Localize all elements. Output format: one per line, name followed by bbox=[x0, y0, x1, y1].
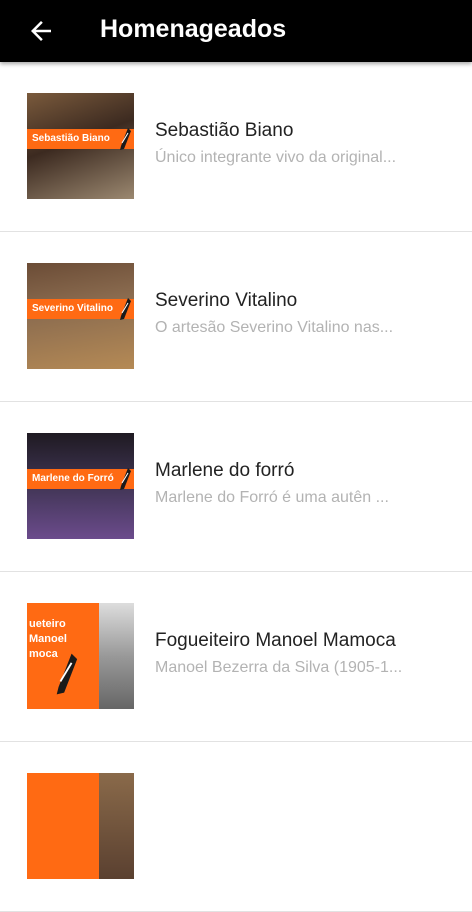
list-item[interactable] bbox=[0, 742, 472, 912]
fish-logo-icon bbox=[120, 468, 131, 490]
item-name: Sebastião Biano bbox=[155, 120, 294, 141]
portrait-photo bbox=[99, 773, 134, 879]
thumbnail: Sebastião Biano bbox=[27, 93, 134, 199]
app-bar: Homenageados bbox=[0, 0, 472, 62]
thumbnail: ueteiro Manoel moca bbox=[27, 603, 134, 709]
honorees-list: Sebastião Biano Sebastião Biano Único in… bbox=[0, 62, 472, 912]
item-name: Marlene do forró bbox=[155, 460, 295, 481]
item-name: Severino Vitalino bbox=[155, 290, 298, 311]
list-item[interactable]: Sebastião Biano Sebastião Biano Único in… bbox=[0, 62, 472, 232]
item-name: Fogueiteiro Manoel Mamoca bbox=[155, 630, 396, 651]
list-item[interactable]: Marlene do Forró Marlene do forró Marlen… bbox=[0, 402, 472, 572]
back-arrow-icon[interactable] bbox=[26, 16, 56, 46]
thumbnail bbox=[27, 773, 134, 879]
fish-logo-icon bbox=[120, 298, 131, 320]
portrait-photo bbox=[99, 603, 134, 709]
thumbnail: Marlene do Forró bbox=[27, 433, 134, 539]
item-description: Manoel Bezerra da Silva (1905-1... bbox=[155, 659, 403, 676]
item-description: O artesão Severino Vitalino nas... bbox=[155, 319, 394, 336]
fish-logo-icon bbox=[120, 128, 131, 150]
list-item[interactable]: ueteiro Manoel moca Fogueiteiro Manoel M… bbox=[0, 572, 472, 742]
page-title: Homenageados bbox=[100, 15, 287, 43]
item-description: Marlene do Forró é uma autên ... bbox=[155, 489, 389, 506]
list-item[interactable]: Severino Vitalino Severino Vitalino O ar… bbox=[0, 232, 472, 402]
thumbnail: Severino Vitalino bbox=[27, 263, 134, 369]
fish-logo-icon bbox=[56, 653, 78, 695]
item-description: Único integrante vivo da original... bbox=[155, 149, 397, 166]
